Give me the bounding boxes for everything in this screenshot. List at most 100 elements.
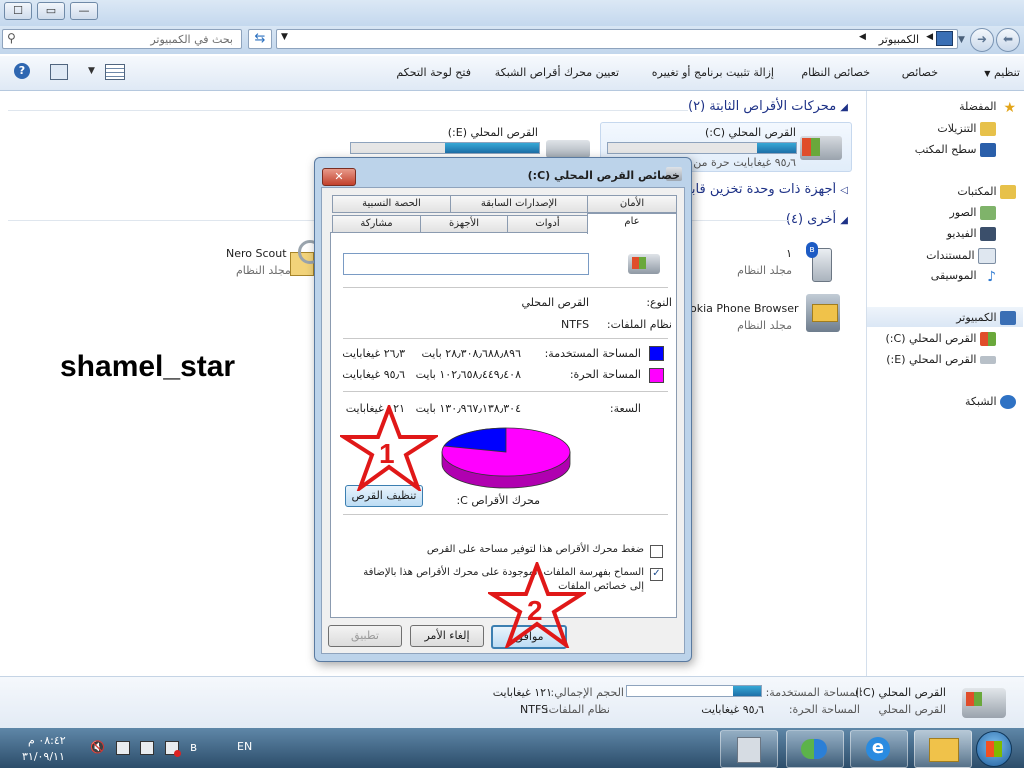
minimize-window-button[interactable]: — — [70, 2, 98, 20]
organize-menu[interactable]: تنظيم ▼ — [984, 66, 1020, 79]
music-icon: ♪ — [987, 269, 996, 285]
taskbar-messenger[interactable] — [786, 730, 844, 768]
windows-logo-icon — [986, 741, 1002, 757]
restore-window-button[interactable]: ▭ — [37, 2, 65, 20]
windows-logo-icon — [966, 692, 982, 706]
tab-quota[interactable]: الحصة النسبية — [332, 195, 451, 213]
nav-videos[interactable]: الفيديو — [947, 227, 996, 241]
index-checkbox[interactable]: ✓ — [650, 568, 663, 581]
network-icon — [1000, 395, 1016, 409]
nav-desktop[interactable]: سطح المكتب — [915, 143, 996, 157]
breadcrumb-chevron-icon[interactable]: ◀ — [859, 32, 866, 42]
nav-favorites[interactable]: ★ المفضلة — [959, 100, 1016, 116]
volume-label-input[interactable] — [343, 253, 589, 275]
drive-icon — [980, 356, 996, 364]
drive-e-icon[interactable] — [546, 140, 590, 158]
forward-button[interactable]: ➜ — [970, 28, 994, 52]
nav-downloads-label: التنزيلات — [937, 122, 977, 135]
close-window-button[interactable]: ☐ — [4, 2, 32, 20]
nav-downloads[interactable]: التنزيلات — [937, 122, 996, 136]
change-view-icon[interactable] — [105, 64, 125, 80]
clock-date[interactable]: ٣١/٠٩/١١ — [22, 750, 65, 763]
apply-button[interactable]: تطبيق — [328, 625, 402, 647]
tab-hardware[interactable]: الأجهزة — [420, 215, 508, 233]
compress-checkbox[interactable] — [650, 545, 663, 558]
tab-security[interactable]: الأمان — [587, 195, 677, 213]
nav-network[interactable]: الشبكة — [965, 395, 1016, 409]
properties-button[interactable]: خصائص — [902, 66, 938, 79]
nav-pictures[interactable]: الصور — [950, 206, 996, 220]
title-bar — [0, 0, 1024, 26]
nav-documents-label: المستندات — [926, 249, 975, 262]
tab-previous-versions[interactable]: الإصدارات السابقة — [450, 195, 588, 213]
volume-muted-icon[interactable]: 🔇 — [90, 740, 105, 754]
navigation-pane — [866, 91, 1024, 676]
tab-general[interactable]: عام — [587, 213, 677, 234]
nokia-phone-browser-name[interactable]: okia Phone Browser — [690, 302, 799, 315]
cancel-button[interactable]: إلغاء الأمر — [410, 625, 484, 647]
back-button[interactable]: ⬅ — [996, 28, 1020, 52]
safely-remove-icon[interactable] — [140, 741, 154, 755]
disk-usage-pie-chart — [441, 427, 571, 489]
hard-drives-header[interactable]: ◢ محركات الأقراص الثابتة (٢) — [688, 99, 848, 114]
type-value: القرص المحلي — [521, 296, 589, 309]
tab-tools[interactable]: أدوات — [507, 215, 588, 233]
refresh-button[interactable]: ⇆ — [248, 29, 272, 49]
bluetooth-tray-icon[interactable]: ʙ — [190, 740, 197, 754]
nav-pictures-label: الصور — [949, 206, 977, 219]
open-control-panel-button[interactable]: فتح لوحة التحكم — [396, 66, 471, 79]
system-properties-button[interactable]: خصائص النظام — [801, 66, 870, 79]
details-drive-icon — [962, 688, 1006, 718]
taskbar-calculator[interactable] — [720, 730, 778, 768]
nav-local-e[interactable]: القرص المحلي (E:) — [886, 353, 996, 366]
folder-icon — [929, 738, 959, 762]
nav-local-c[interactable]: القرص المحلي (C:) — [885, 332, 996, 346]
language-indicator[interactable]: EN — [237, 740, 252, 753]
taskbar-explorer[interactable] — [914, 730, 972, 768]
nav-computer[interactable]: الكمبيوتر — [956, 311, 1016, 325]
other-header[interactable]: ◢ أخرى (٤) — [786, 212, 848, 227]
nero-scout-name[interactable]: Nero Scout — [226, 247, 287, 260]
windows-logo-icon — [632, 257, 646, 269]
details-usage-fill — [732, 686, 761, 696]
documents-icon — [978, 248, 996, 264]
item1-name[interactable]: ١ — [786, 247, 792, 260]
nav-favorites-label: المفضلة — [959, 100, 997, 113]
free-space-bytes: ١٠٢٫٦٥٨٫٤٤٩٫٤٠٨ بايت — [415, 368, 521, 381]
taskbar-internet-explorer[interactable]: e — [850, 730, 908, 768]
error-badge-icon — [174, 750, 181, 757]
help-icon[interactable]: ? — [14, 63, 30, 79]
drive-e-label[interactable]: القرص المحلي (E:) — [448, 126, 538, 139]
nokia-phone-browser-icon[interactable] — [806, 294, 840, 332]
collapse-arrow-icon: ◢ — [840, 102, 848, 113]
star-icon: ★ — [1003, 100, 1016, 116]
expand-arrow-icon: ◁ — [840, 185, 848, 196]
search-box[interactable]: ⚲ بحث في الكمبيوتر — [2, 29, 242, 49]
nav-local-c-label: القرص المحلي (C:) — [885, 332, 977, 345]
filesystem-value: NTFS — [561, 318, 590, 331]
preview-pane-icon[interactable] — [50, 64, 68, 80]
start-button[interactable] — [976, 731, 1012, 767]
clock-time[interactable]: ٠٨:٤٢ م — [28, 734, 66, 747]
nav-documents[interactable]: المستندات — [926, 248, 996, 264]
nav-libraries[interactable]: المكتبات — [957, 185, 1016, 199]
bluetooth-phone-icon[interactable]: ʙ — [806, 242, 836, 282]
network-warning-icon[interactable] — [165, 741, 181, 757]
map-network-drive-button[interactable]: تعيين محرك أقراص الشبكة — [495, 66, 619, 79]
free-space-label: المساحة الحرة: — [569, 368, 641, 381]
dialog-close-button[interactable]: ✕ — [322, 168, 356, 186]
tab-sharing[interactable]: مشاركة — [332, 215, 421, 233]
action-center-icon[interactable] — [116, 741, 130, 755]
compress-label: ضغط محرك الأقراص هذا لتوفير مساحة على ال… — [426, 544, 644, 555]
address-bar[interactable]: ▼ ◀ الكمبيوتر ◀ — [276, 29, 958, 49]
ie-icon: e — [866, 737, 890, 761]
breadcrumb-computer[interactable]: الكمبيوتر — [879, 33, 919, 46]
uninstall-program-button[interactable]: إزالة تثبيت برنامج أو تغييره — [652, 66, 774, 79]
back-arrow-icon: ⬅ — [1002, 32, 1014, 46]
nav-music[interactable]: ♪ الموسيقى — [931, 269, 996, 285]
recent-pages-icon[interactable]: ▼ — [958, 35, 965, 45]
nav-videos-label: الفيديو — [946, 227, 977, 240]
organize-label: تنظيم — [993, 66, 1020, 79]
messenger-icon — [801, 739, 827, 759]
views-dropdown-icon[interactable]: ▼ — [88, 66, 95, 76]
